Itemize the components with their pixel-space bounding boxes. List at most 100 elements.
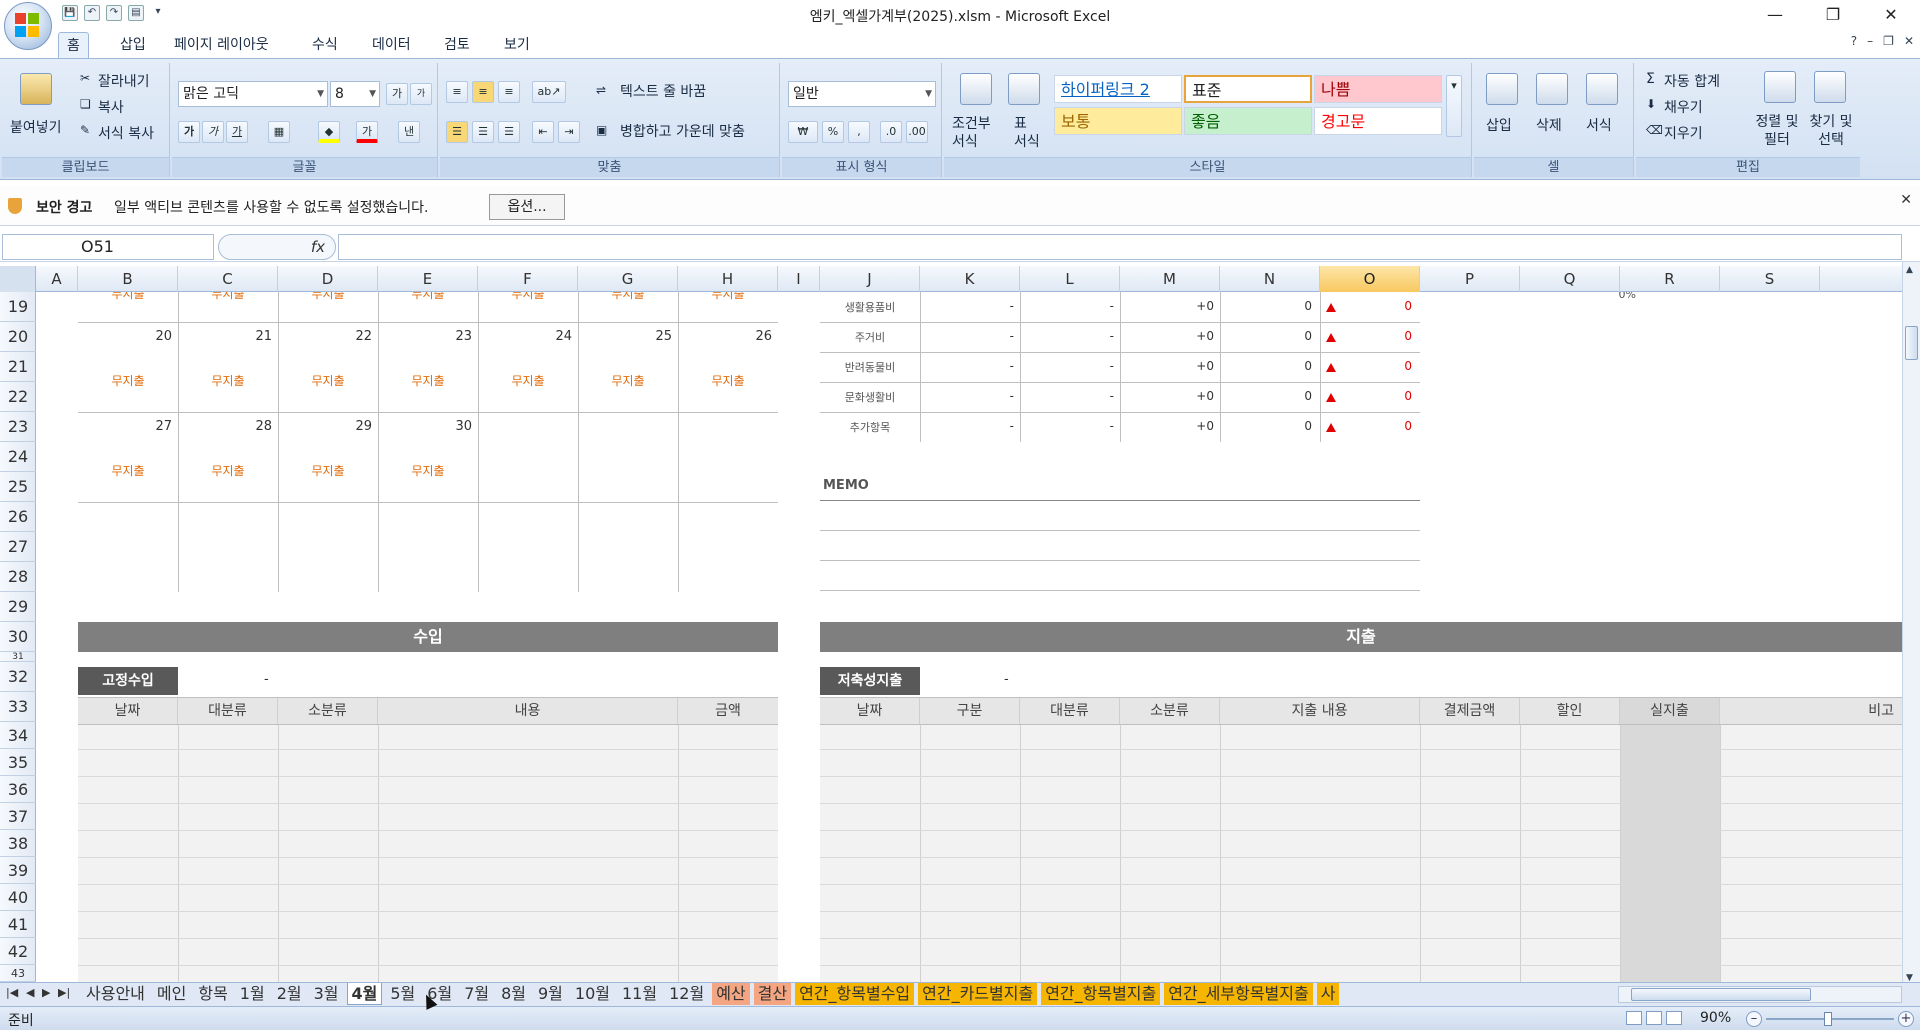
increase-decimal-icon[interactable]: .0 [880,121,902,143]
column-header[interactable]: G [578,266,678,292]
sheet-tab[interactable]: 12월 [665,983,708,1005]
font-size-combo[interactable]: 8 ▼ [330,81,380,107]
sheet-tab[interactable]: 3월 [310,983,343,1005]
fill-color-icon[interactable]: ◆ [318,121,340,143]
border-icon[interactable]: ▦ [268,121,290,143]
align-center-icon[interactable]: ☰ [472,121,494,143]
style-cell-normal[interactable]: 표준 [1184,75,1312,103]
row-header[interactable]: 30 [0,622,36,652]
cut-button[interactable]: 잘라내기 [98,71,150,91]
sheet-tab[interactable]: 연간_항목별지출 [1041,983,1161,1005]
sheet-tab[interactable]: 사용안내 [82,983,149,1005]
first-sheet-icon[interactable]: |◀ [6,986,18,999]
column-header[interactable]: N [1220,266,1320,292]
row-header[interactable]: 43 [0,965,36,982]
tab-data[interactable]: 데이터 [364,32,419,58]
column-header[interactable]: R [1620,266,1720,292]
next-sheet-icon[interactable]: ▶ [42,986,50,999]
income-table-body[interactable] [78,725,778,982]
ribbon-close-button[interactable]: ✕ [1904,34,1914,48]
table-format-icon[interactable] [1008,73,1040,105]
horizontal-scrollbar[interactable] [1618,986,1902,1003]
tab-formulas[interactable]: 수식 [304,32,346,58]
tab-view[interactable]: 보기 [496,32,538,58]
font-color-icon[interactable]: 가 [356,121,378,143]
percent-button[interactable]: % [822,121,844,143]
sheet-tab[interactable]: 8월 [497,983,530,1005]
row-header[interactable]: 20 [0,322,36,352]
style-cell-neutral[interactable]: 보통 [1054,107,1182,135]
sheet-tab[interactable]: 항목 [194,983,231,1005]
row-header[interactable]: 34 [0,722,36,749]
row-header[interactable]: 40 [0,884,36,911]
italic-button[interactable]: 가 [202,121,224,143]
align-bottom-icon[interactable]: ≡ [498,81,520,103]
normal-view-icon[interactable] [1626,1011,1642,1025]
prev-sheet-icon[interactable]: ◀ [26,986,34,999]
row-header[interactable]: 32 [0,662,36,692]
decrease-decimal-icon[interactable]: .00 [906,121,928,143]
sheet-tab[interactable]: 2월 [273,983,306,1005]
sheet-tab[interactable]: 11월 [618,983,661,1005]
row-header[interactable]: 35 [0,749,36,776]
zoom-in-icon[interactable]: + [1898,1011,1914,1027]
minimize-button[interactable]: — [1746,0,1804,30]
sheet-tab[interactable]: 10월 [571,983,614,1005]
scroll-up-icon[interactable]: ▲ [1906,265,1913,275]
ribbon-minimize-button[interactable]: – [1867,34,1873,48]
align-top-icon[interactable]: ≡ [446,81,468,103]
vertical-scrollbar[interactable]: ▲ ▼ [1902,262,1920,986]
sheet-tab[interactable]: 7월 [460,983,493,1005]
sheet-tab[interactable]: 연간_세부항목별지출 [1164,983,1313,1005]
function-box[interactable]: fx [218,234,336,260]
function-icon[interactable]: fx [311,238,325,256]
row-header[interactable]: 27 [0,532,36,562]
row-header[interactable]: 31 [0,652,36,662]
vertical-scroll-thumb[interactable] [1905,326,1918,360]
row-header[interactable]: 19 [0,292,36,322]
page-layout-view-icon[interactable] [1646,1011,1662,1025]
ribbon-restore-button[interactable]: ❐ [1883,34,1894,48]
style-cell-bad[interactable]: 나쁨 [1314,75,1442,103]
column-header[interactable]: Q [1520,266,1620,292]
horizontal-scroll-thumb[interactable] [1631,988,1811,1001]
format-painter-button[interactable]: 서식 복사 [98,123,154,143]
column-header[interactable]: M [1120,266,1220,292]
help-icon[interactable]: ? [1851,34,1857,48]
insert-cells-button[interactable]: 삽입 [1486,115,1512,135]
paste-button[interactable]: 붙여넣기 [10,117,62,137]
zoom-out-icon[interactable]: – [1746,1011,1762,1027]
bold-button[interactable]: 가 [178,121,200,143]
currency-button[interactable]: ₩ [788,121,818,143]
align-middle-icon[interactable]: ≡ [472,81,494,103]
tab-page-layout[interactable]: 페이지 레이아웃 [166,32,277,58]
fill-button[interactable]: 채우기 [1664,97,1703,117]
sheet-tab[interactable]: 4월 [346,983,383,1005]
conditional-format-button[interactable]: 조건부 서식 [952,115,1002,151]
row-header[interactable]: 26 [0,502,36,532]
tab-insert[interactable]: 삽입 [112,32,154,58]
row-header[interactable]: 37 [0,803,36,830]
row-header[interactable]: 24 [0,442,36,472]
column-header[interactable]: F [478,266,578,292]
sheet-tab[interactable]: 결산 [753,983,792,1005]
row-header[interactable]: 38 [0,830,36,857]
phonetic-icon[interactable]: 낸 [398,121,420,143]
security-options-button[interactable]: 옵션... [489,194,565,220]
row-header[interactable]: 22 [0,382,36,412]
column-header[interactable]: C [178,266,278,292]
sheet-tab[interactable]: 연간_항목별수입 [795,983,915,1005]
column-header[interactable]: S [1720,266,1820,292]
find-select-button[interactable]: 찾기 및 선택 [1804,113,1858,149]
sheet-tab[interactable]: 예산 [712,983,750,1005]
row-header[interactable]: 33 [0,692,36,722]
delete-cells-button[interactable]: 삭제 [1536,115,1562,135]
format-cells-button[interactable]: 서식 [1586,115,1612,135]
font-name-combo[interactable]: 맑은 고딕 ▼ [178,81,328,107]
column-header[interactable]: J [820,266,920,292]
increase-indent-icon[interactable]: ⇥ [558,121,580,143]
insert-cells-icon[interactable] [1486,73,1518,105]
row-header[interactable]: 41 [0,911,36,938]
restore-button[interactable]: ❐ [1804,0,1862,30]
worksheet[interactable]: 무지출 무지출 무지출 무지출 무지출 무지출 무지출 20 21 22 23 … [36,292,1902,982]
